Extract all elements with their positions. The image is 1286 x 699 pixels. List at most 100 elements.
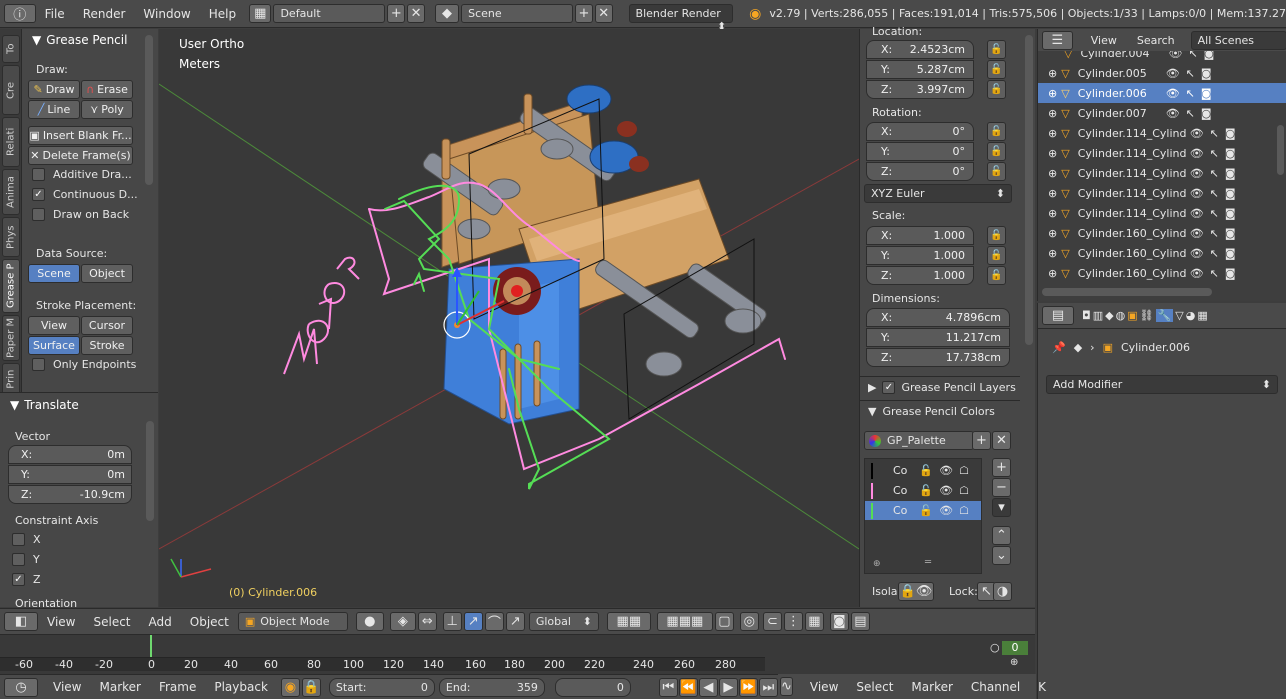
snap-target-button[interactable]: ▦ [804,612,824,631]
outliner-item[interactable]: ⊕▽Cylinder.160_Cylinder👁↖◙ [1038,243,1286,263]
placement-cursor-button[interactable]: Cursor [81,316,133,335]
draw-button[interactable]: ✎ Draw [28,80,80,99]
pin-icon[interactable]: 📌 [1052,341,1066,354]
menu-view[interactable]: View [801,680,847,694]
poly-button[interactable]: ⋎ Poly [81,100,133,119]
render-engine-select[interactable]: Blender Render ⬍ [628,4,734,33]
outliner-item[interactable]: ⊕▽Cylinder.160_Cylinder👁↖◙ [1038,223,1286,243]
menu-file[interactable]: File [36,7,74,21]
select-arrow-icon[interactable]: ↖ [1186,67,1195,80]
line-button[interactable]: ╱ Line [28,100,80,119]
transform-orientation-select[interactable]: Global ⬍ [528,612,599,631]
eye-icon[interactable]: 👁 [1190,187,1204,200]
erase-button[interactable]: ∩ Erase [81,80,133,99]
snap-element-select[interactable]: ⋮ [783,612,803,631]
editor-type-button[interactable]: ◷ [4,677,38,697]
eye-icon[interactable]: 👁 [1168,51,1182,60]
outliner-view-menu[interactable]: View [1091,34,1117,47]
render-still-button[interactable]: ◙ [829,612,849,631]
npanel-scrollbar[interactable] [1025,35,1033,345]
snap-toggle[interactable]: ⊂ [762,612,782,631]
outliner-h-scrollbar[interactable] [1042,288,1212,296]
add-palette-button[interactable]: + [972,431,991,450]
eye-icon[interactable]: 👁 [1190,267,1204,280]
grease-pencil-panel-header[interactable]: ▼ Grease Pencil [22,30,127,50]
layers-enable-checkbox[interactable]: ✓ [882,381,896,394]
rotation-mode-select[interactable]: XYZ Euler ⬍ [864,184,1012,203]
outliner-item[interactable]: ⊕▽Cylinder.114_Cylinder👁↖◙ [1038,183,1286,203]
menu-playback[interactable]: Playback [205,680,277,694]
layer-buttons-1[interactable]: ▦▦ [606,612,651,631]
current-frame-indicator[interactable]: 0 [1002,641,1028,655]
scene-icon-button[interactable]: ◆ [434,4,460,23]
lock-icon[interactable]: 🔓 [987,162,1006,181]
select-arrow-icon[interactable]: ↖ [1188,51,1197,60]
camera-icon[interactable]: ◙ [1201,87,1212,100]
scene-tab-icon[interactable]: ◆ [1105,309,1113,322]
select-arrow-icon[interactable]: ↖ [1210,187,1219,200]
menu-marker[interactable]: Marker [90,680,149,694]
ghost-icon[interactable]: ☖ [959,484,969,497]
camera-icon[interactable]: ◙ [1225,167,1236,180]
location-x-field[interactable]: X: 2.4523cm [866,40,974,59]
current-frame-field[interactable]: 0 [554,677,631,697]
menu-channel[interactable]: Channel [962,680,1029,694]
menu-select[interactable]: Select [84,615,139,629]
eye-icon[interactable]: 👁 [1190,147,1204,160]
eye-icon[interactable]: 👁 [939,504,953,517]
menu-frame[interactable]: Frame [150,680,205,694]
timeline-ruler[interactable]: -60 -40 -20 0 20 40 60 80 100 120 140 16… [0,657,765,671]
select-arrow-icon[interactable]: ↖ [1210,127,1219,140]
mode-select[interactable]: ▣ Object Mode [237,612,348,631]
add-scene-button[interactable]: + [575,4,593,23]
location-y-field[interactable]: Y: 5.287cm [866,60,974,79]
menu-render[interactable]: Render [74,7,135,21]
lock-icon[interactable]: 🔓 [987,80,1006,99]
lock-palette-button[interactable]: ◑ [993,582,1012,601]
continuous-drawing-checkbox[interactable]: ✓ [32,188,45,201]
color-list-item[interactable]: Co 🔓 👁 ☖ [865,461,981,480]
constraint-y-checkbox[interactable] [12,553,25,566]
layers-tab-icon[interactable]: ▥ [1093,309,1103,322]
delete-frames-button[interactable]: ✕ Delete Frame(s) [28,146,133,165]
rotation-x-field[interactable]: X: 0° [866,122,974,141]
object-tab-icon[interactable]: ▣ [1127,309,1137,322]
remove-palette-button[interactable]: ✕ [992,431,1011,450]
eye-icon[interactable]: 👁 [939,484,953,497]
eye-icon[interactable]: 👁 [1166,107,1180,120]
editor-type-button[interactable]: ⓘ [4,4,36,23]
eye-icon[interactable]: 👁 [1190,247,1204,260]
menu-select[interactable]: Select [847,680,902,694]
current-frame-line[interactable] [150,635,152,657]
lock-icon[interactable]: 🔓 [919,484,933,497]
color-list-item[interactable]: Co 🔓 👁 ☖ [865,481,981,500]
lock-icon[interactable]: 🔓 [919,464,933,477]
outliner-item[interactable]: ⊕▽Cylinder.114_Cylinder👁↖◙ [1038,143,1286,163]
lock-icon[interactable]: 🔓 [987,226,1006,245]
outliner-item[interactable]: ▽ Cylinder.004 👁 ↖ ◙ [1038,51,1286,63]
lock-icon[interactable]: 🔓 [987,122,1006,141]
only-endpoints-checkbox[interactable] [32,358,45,371]
jump-keyframe-forward-button[interactable]: ⏩ [738,677,758,697]
ghost-icon[interactable]: ☖ [959,504,969,517]
layout-icon-button[interactable]: ▦ [249,4,272,23]
menu-window[interactable]: Window [134,7,199,21]
camera-icon[interactable]: ◙ [1225,227,1236,240]
camera-icon[interactable]: ◙ [1225,127,1236,140]
lock-icon[interactable]: 🔓 [987,246,1006,265]
menu-help[interactable]: Help [200,7,245,21]
editor-type-button[interactable]: ∿ [780,677,793,696]
render-tab-icon[interactable]: ◘ [1082,309,1091,322]
end-frame-field[interactable]: End: 359 [438,677,545,697]
record-button[interactable]: ◉ [280,677,300,697]
tab-tools[interactable]: To [2,35,20,63]
vector-y-field[interactable]: Y: 0m [8,465,132,484]
translate-manipulator-button[interactable]: ⊥ [442,612,462,631]
outliner-item-selected[interactable]: ⊕ ▽ Cylinder.006 👁 ↖ ◙ [1038,83,1286,103]
lock-icon[interactable]: 🔓 [919,504,933,517]
collapse-dot-icon[interactable]: ○ [990,641,1000,654]
world-tab-icon[interactable]: ◍ [1116,309,1126,322]
layer-buttons-2[interactable]: ▦▦▦ [656,612,713,631]
render-animation-button[interactable]: ▤ [850,612,870,631]
vector-z-field[interactable]: Z: -10.9cm [8,485,132,504]
